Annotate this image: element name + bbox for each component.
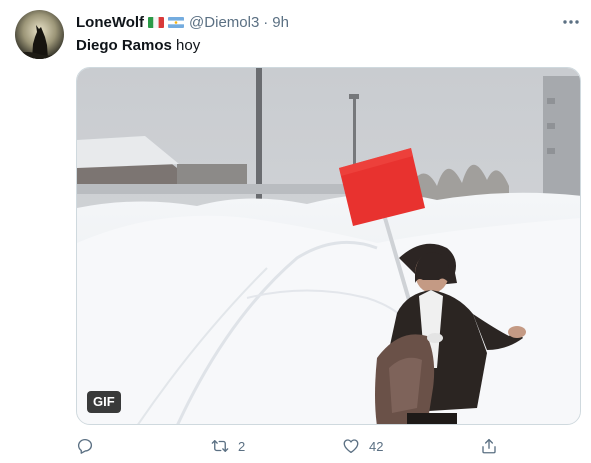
tweet-text: Diego Ramos hoy [76, 36, 200, 56]
italy-flag-icon [148, 16, 165, 28]
like-button[interactable]: 42 [342, 434, 383, 458]
gif-badge: GIF [87, 391, 121, 413]
tweet-header: LoneWolf @Diemol3 · 9h [76, 12, 289, 32]
share-icon [482, 438, 496, 454]
more-options-icon[interactable] [560, 12, 582, 32]
tweet[interactable]: LoneWolf @Diemol3 · 9h Diego Ramos hoy G… [0, 0, 591, 463]
user-handle[interactable]: @Diemol3 [189, 14, 259, 31]
timestamp[interactable]: 9h [272, 14, 289, 31]
like-count: 42 [369, 438, 384, 454]
argentina-flag-icon [168, 16, 185, 28]
reply-button[interactable] [76, 434, 94, 458]
reply-icon [77, 438, 93, 454]
gif-media[interactable]: GIF [76, 67, 581, 425]
share-button[interactable] [480, 434, 498, 458]
retweet-button[interactable]: 2 [211, 434, 245, 458]
tweet-text-rest: hoy [171, 37, 201, 54]
tweet-actions: 2 42 [76, 434, 516, 458]
wolf-avatar-image [15, 10, 64, 59]
heart-icon [343, 439, 359, 454]
avatar[interactable] [15, 10, 64, 59]
separator-dot: · [263, 13, 269, 31]
display-name[interactable]: LoneWolf [76, 14, 144, 31]
retweet-icon [211, 440, 229, 452]
retweet-count: 2 [238, 438, 246, 454]
snow-scene-image [77, 68, 580, 424]
mentioned-name: Diego Ramos [76, 37, 172, 54]
